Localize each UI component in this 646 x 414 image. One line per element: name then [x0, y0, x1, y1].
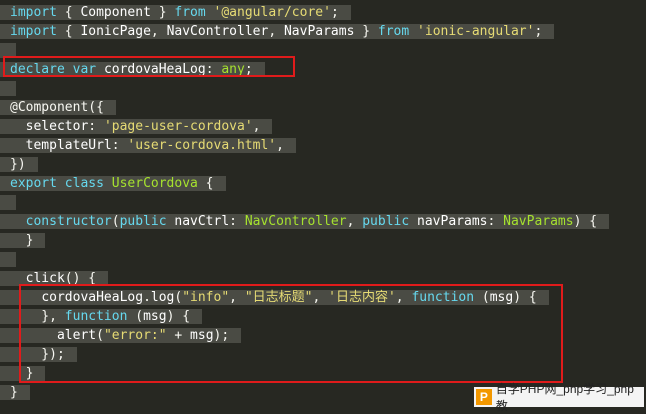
- code-token: class: [64, 176, 104, 191]
- selected-text: templateUrl: 'user-cordova.html',: [0, 138, 296, 153]
- code-line[interactable]: selector: 'page-user-cordova',: [0, 117, 273, 136]
- code-token: 'page-user-cordova': [103, 119, 253, 134]
- watermark-logo: P: [476, 389, 492, 405]
- watermark: P 自学PHP网_php学习_php教: [474, 382, 644, 413]
- code-token: 'user-cordova.html': [127, 138, 277, 153]
- code-token: Component: [80, 5, 151, 20]
- code-token: (: [111, 214, 120, 229]
- highlight-box-click-body: [19, 284, 563, 383]
- code-token: import: [10, 24, 57, 39]
- code-token: :: [88, 119, 104, 134]
- code-token: '@angular/core': [213, 5, 331, 20]
- code-line[interactable]: [0, 79, 16, 98]
- code-token: {: [56, 5, 81, 20]
- code-line[interactable]: export class UserCordova {: [0, 174, 226, 193]
- code-token: NavController: [166, 24, 269, 39]
- code-token: ,: [252, 119, 261, 134]
- code-token: }: [10, 385, 18, 400]
- code-token: public: [119, 214, 167, 229]
- selected-text: }): [0, 157, 38, 172]
- code-token: export: [10, 176, 57, 191]
- code-line[interactable]: }: [0, 383, 30, 402]
- code-token: IonicPage: [80, 24, 151, 39]
- code-token: :: [111, 138, 128, 153]
- code-token: ,: [346, 214, 363, 229]
- code-line[interactable]: templateUrl: 'user-cordova.html',: [0, 136, 296, 155]
- code-token: from: [174, 5, 206, 20]
- code-line[interactable]: import { Component } from '@angular/core…: [0, 3, 351, 22]
- selected-text: import { IonicPage, NavController, NavPa…: [0, 24, 555, 39]
- code-token: navParams: [417, 214, 488, 229]
- code-token: public: [362, 214, 410, 229]
- code-token: from: [377, 24, 410, 39]
- code-token: ) {: [573, 214, 598, 229]
- code-token: :: [487, 214, 504, 229]
- selected-text: export class UserCordova {: [0, 176, 226, 191]
- code-token: }: [150, 5, 175, 20]
- selected-text: }: [0, 385, 30, 400]
- code-token: NavParams: [503, 214, 574, 229]
- code-token: ,: [268, 24, 284, 39]
- code-token: templateUrl: [25, 138, 112, 153]
- code-token: constructor: [25, 214, 112, 229]
- selected-text: }: [0, 233, 46, 248]
- selected-text: [0, 81, 16, 96]
- selected-text: [0, 252, 16, 267]
- code-line[interactable]: }): [0, 155, 38, 174]
- code-token: }: [354, 24, 378, 39]
- code-token: import: [10, 5, 57, 20]
- code-line[interactable]: }: [0, 231, 46, 250]
- code-token: navCtrl: [174, 214, 230, 229]
- code-token: }: [10, 233, 34, 248]
- code-line[interactable]: import { IonicPage, NavController, NavPa…: [0, 22, 555, 41]
- highlight-box-declare: [3, 56, 295, 77]
- code-token: }): [10, 157, 26, 172]
- code-token: ;: [534, 24, 543, 39]
- selected-text: selector: 'page-user-cordova',: [0, 119, 273, 134]
- selected-text: import { Component } from '@angular/core…: [0, 5, 351, 20]
- selected-text: @Component({: [0, 100, 116, 115]
- code-token: ,: [276, 138, 284, 153]
- code-token: UserCordova: [111, 176, 198, 191]
- code-token: {: [56, 24, 81, 39]
- code-token: NavController: [244, 214, 347, 229]
- code-token: ,: [150, 24, 167, 39]
- code-token: :: [229, 214, 245, 229]
- code-token: 'ionic-angular': [417, 24, 535, 39]
- code-token: @Component({: [10, 100, 104, 115]
- code-token: {: [197, 176, 214, 191]
- code-line[interactable]: constructor(public navCtrl: NavControlle…: [0, 212, 610, 231]
- code-line[interactable]: [0, 250, 16, 269]
- code-token: selector: [25, 119, 89, 134]
- code-token: ;: [330, 5, 339, 20]
- code-line[interactable]: [0, 193, 16, 212]
- selected-text: constructor(public navCtrl: NavControlle…: [0, 214, 610, 229]
- code-token: NavParams: [283, 24, 355, 39]
- code-line[interactable]: @Component({: [0, 98, 116, 117]
- selected-text: [0, 195, 16, 210]
